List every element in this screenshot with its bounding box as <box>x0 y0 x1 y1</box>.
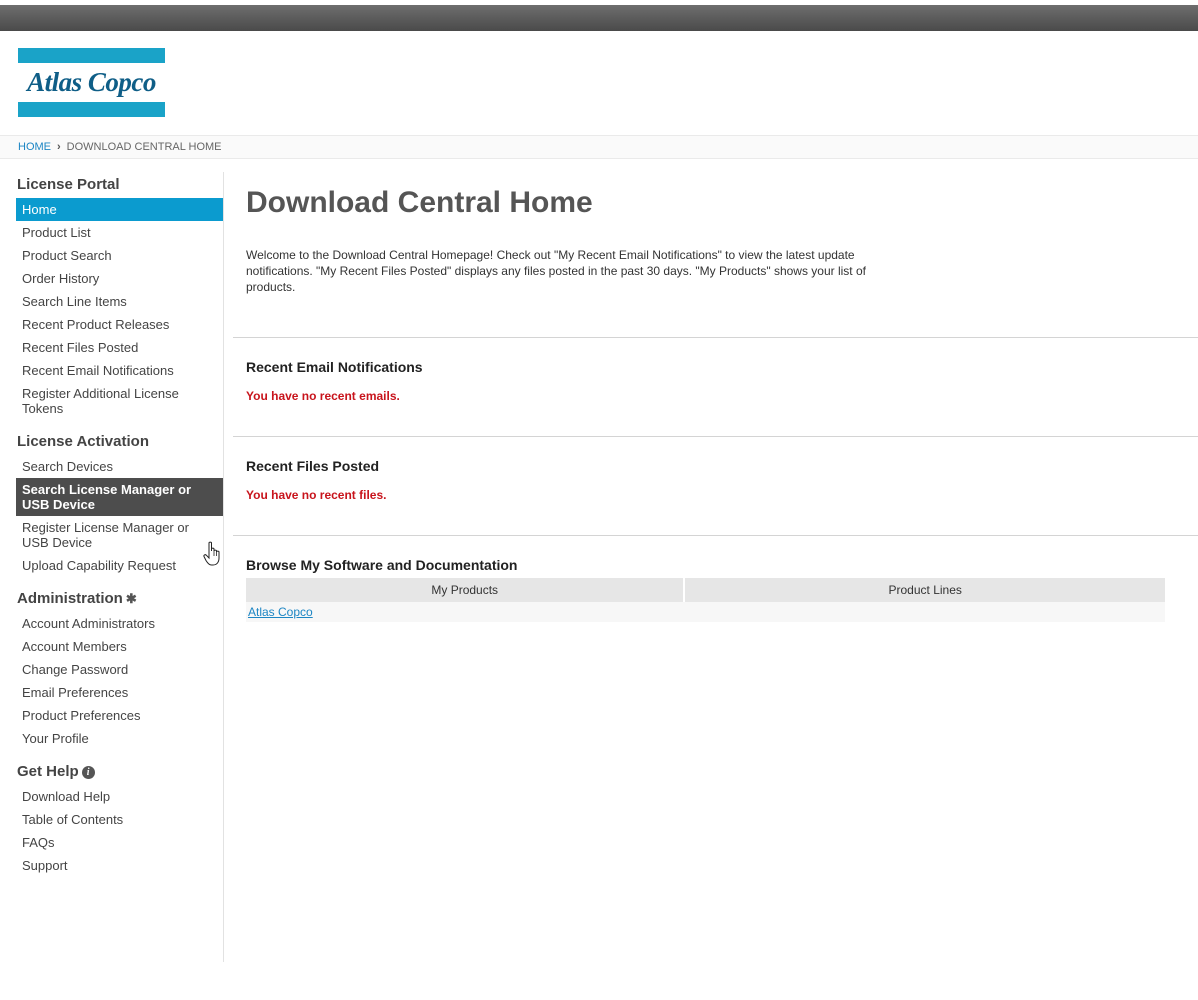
product-lines-cell <box>684 602 1165 622</box>
sidebar-item-register-additional-license-tokens[interactable]: Register Additional License Tokens <box>16 382 223 420</box>
sidebar-item-support[interactable]: Support <box>16 854 223 877</box>
sidebar-section-get-help: Get Help i <box>16 759 223 785</box>
sidebar-item-search-line-items[interactable]: Search Line Items <box>16 290 223 313</box>
sidebar-item-email-preferences[interactable]: Email Preferences <box>16 681 223 704</box>
sidebar-section-license-activation: License Activation <box>16 429 223 455</box>
product-link-atlas-copco[interactable]: Atlas Copco <box>248 605 313 619</box>
products-table: My Products Product Lines Atlas Copco <box>246 578 1165 622</box>
section-divider <box>233 535 1198 536</box>
sidebar-section-title: Administration <box>17 590 123 607</box>
sidebar-item-product-list[interactable]: Product List <box>16 221 223 244</box>
sidebar-item-order-history[interactable]: Order History <box>16 267 223 290</box>
intro-text: Welcome to the Download Central Homepage… <box>246 248 866 294</box>
sidebar-item-change-password[interactable]: Change Password <box>16 658 223 681</box>
column-header-product-lines[interactable]: Product Lines <box>683 578 1165 602</box>
section-divider <box>233 436 1198 437</box>
sidebar-section-title: License Portal <box>17 176 120 193</box>
table-row: Atlas Copco <box>246 602 1165 622</box>
sidebar-section-administration: Administration ✱ <box>16 586 223 612</box>
no-files-message: You have no recent files. <box>246 488 387 502</box>
no-emails-message: You have no recent emails. <box>246 389 400 403</box>
recent-emails-heading: Recent Email Notifications <box>246 359 423 375</box>
sidebar-item-upload-capability-request[interactable]: Upload Capability Request <box>16 554 223 577</box>
logo-wordmark: Atlas Copco <box>27 67 156 97</box>
sidebar-item-your-profile[interactable]: Your Profile <box>16 727 223 750</box>
sidebar-item-account-members[interactable]: Account Members <box>16 635 223 658</box>
gear-icon: ✱ <box>125 591 137 606</box>
sidebar-item-table-of-contents[interactable]: Table of Contents <box>16 808 223 831</box>
browse-software-heading: Browse My Software and Documentation <box>246 557 518 573</box>
sidebar-item-product-preferences[interactable]: Product Preferences <box>16 704 223 727</box>
sidebar-section-title: License Activation <box>17 433 149 450</box>
sidebar-item-home[interactable]: Home <box>16 198 223 221</box>
page-title: Download Central Home <box>246 186 593 219</box>
sidebar-item-product-search[interactable]: Product Search <box>16 244 223 267</box>
sidebar-item-download-help[interactable]: Download Help <box>16 785 223 808</box>
sidebar-section-license-portal: License Portal <box>16 172 223 198</box>
breadcrumb: HOME › DOWNLOAD CENTRAL HOME <box>0 135 1198 159</box>
sidebar-item-faqs[interactable]: FAQs <box>16 831 223 854</box>
main-content: Download Central Home Welcome to the Dow… <box>246 172 1198 295</box>
sidebar-item-recent-files-posted[interactable]: Recent Files Posted <box>16 336 223 359</box>
sidebar-item-register-license-manager-or-usb-device[interactable]: Register License Manager or USB Device <box>16 516 223 554</box>
section-divider <box>233 337 1198 338</box>
sidebar-nav: License Portal Home Product List Product Se… <box>16 172 224 962</box>
sidebar-item-search-license-manager-or-usb-device[interactable]: Search License Manager or USB Device <box>16 478 223 516</box>
top-bar <box>0 5 1198 31</box>
sidebar-item-search-devices[interactable]: Search Devices <box>16 455 223 478</box>
breadcrumb-home-link[interactable]: HOME <box>18 141 51 153</box>
sidebar-item-recent-email-notifications[interactable]: Recent Email Notifications <box>16 359 223 382</box>
sidebar-item-recent-product-releases[interactable]: Recent Product Releases <box>16 313 223 336</box>
sidebar-section-title: Get Help <box>17 763 79 780</box>
column-header-my-products[interactable]: My Products <box>246 578 685 602</box>
breadcrumb-current: DOWNLOAD CENTRAL HOME <box>66 141 222 153</box>
info-icon: i <box>81 766 95 779</box>
hand-pointer-cursor-icon <box>203 541 220 566</box>
sidebar-item-account-administrators[interactable]: Account Administrators <box>16 612 223 635</box>
atlas-copco-logo[interactable]: Atlas Copco <box>18 48 165 117</box>
recent-files-heading: Recent Files Posted <box>246 458 380 474</box>
breadcrumb-chevron-icon: › <box>57 141 61 153</box>
